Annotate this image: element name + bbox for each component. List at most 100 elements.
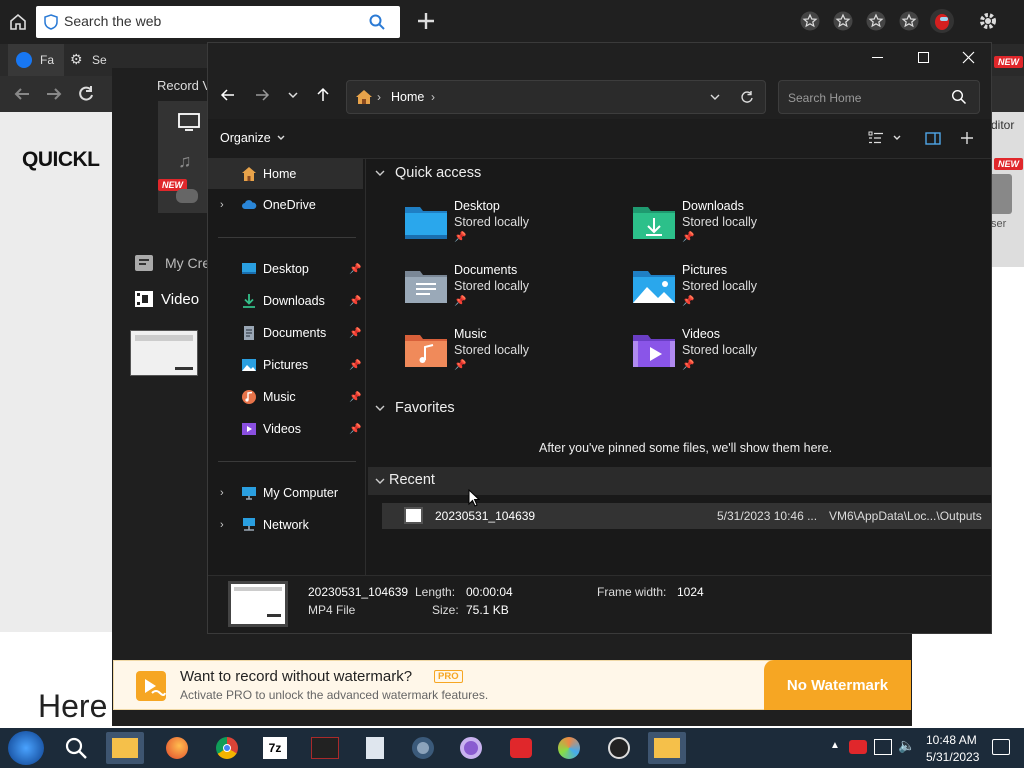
nav-item-desktop[interactable]: Desktop 📌 (208, 254, 363, 284)
recorder-taskbar-icon[interactable] (502, 732, 540, 764)
search-icon[interactable] (951, 89, 967, 105)
folder-taskbar-icon[interactable] (648, 732, 686, 764)
video-tab-label[interactable]: Video (161, 291, 199, 308)
clock-time[interactable]: 10:48 AM (926, 733, 977, 747)
banner-subtitle: Activate PRO to unlock the advanced wate… (180, 688, 489, 702)
browser-tab[interactable]: Fa (8, 44, 64, 76)
nav-item-videos[interactable]: Videos 📌 (208, 414, 363, 444)
close-icon[interactable] (962, 51, 975, 64)
paint-app-taskbar-icon[interactable] (550, 732, 588, 764)
breadcrumb-separator-icon[interactable]: › (431, 90, 435, 104)
nav-item-music[interactable]: Music 📌 (208, 382, 363, 412)
firefox-taskbar-icon[interactable] (158, 732, 196, 764)
nav-item-pictures[interactable]: Pictures 📌 (208, 350, 363, 380)
book-app-taskbar-icon[interactable] (356, 732, 394, 764)
expand-chevron-icon[interactable]: › (220, 487, 224, 499)
minimize-icon[interactable] (872, 57, 883, 58)
refresh-icon[interactable] (740, 90, 754, 104)
recording-tray-icon[interactable] (849, 740, 867, 754)
favorites-header[interactable]: Favorites (374, 400, 455, 416)
star-icon[interactable] (833, 11, 853, 31)
clock-date[interactable]: 5/31/2023 (926, 750, 979, 764)
address-dropdown-chevron-icon[interactable] (709, 91, 721, 103)
star-icon[interactable] (866, 11, 886, 31)
taskbar: 7z ▲ 🔈 10:48 AM 5/31/2023 (0, 728, 1024, 768)
gear-icon: ⚙ (70, 51, 83, 67)
no-watermark-button[interactable]: No Watermark (764, 660, 911, 710)
nav-item-network[interactable]: › Network (208, 510, 363, 540)
pin-icon[interactable]: 📌 (349, 360, 361, 371)
quick-access-documents[interactable]: Documents Stored locally 📌 (404, 263, 624, 319)
start-button-icon[interactable] (8, 731, 44, 765)
tray-overflow-icon[interactable]: ▲ (830, 740, 840, 751)
profile-avatar-icon[interactable] (929, 8, 955, 34)
quick-access-music[interactable]: Music Stored locally 📌 (404, 327, 624, 383)
network-tray-icon[interactable] (874, 739, 892, 755)
search-icon[interactable] (64, 736, 88, 760)
ser-label: ser (991, 218, 1007, 230)
pin-icon[interactable]: 📌 (454, 296, 466, 307)
quick-access-desktop[interactable]: Desktop Stored locally 📌 (404, 199, 624, 255)
browser-tab[interactable]: ⚙ Se (64, 44, 110, 76)
notification-icon[interactable] (992, 739, 1010, 755)
nav-item-downloads[interactable]: Downloads 📌 (208, 286, 363, 316)
pin-icon[interactable]: 📌 (454, 360, 466, 371)
preview-pane-icon[interactable] (925, 132, 941, 145)
file-explorer-taskbar-icon[interactable] (106, 732, 144, 764)
expand-chevron-icon[interactable]: › (220, 199, 224, 211)
back-icon[interactable] (12, 84, 32, 104)
game-app-taskbar-icon[interactable] (306, 732, 344, 764)
quick-access-pictures[interactable]: Pictures Stored locally 📌 (632, 263, 852, 319)
pictures-icon (242, 359, 256, 371)
recent-locations-chevron-icon[interactable] (286, 88, 300, 102)
nav-item-my-computer[interactable]: › My Computer (208, 478, 363, 508)
up-arrow-icon[interactable] (315, 87, 331, 103)
search-home-input[interactable]: Search Home (778, 80, 980, 114)
view-options-button[interactable] (868, 131, 902, 145)
star-icon[interactable] (800, 11, 820, 31)
expand-chevron-icon[interactable]: › (220, 519, 224, 531)
settings-app-taskbar-icon[interactable] (404, 732, 442, 764)
circle-app-taskbar-icon[interactable] (452, 732, 490, 764)
audio-record-icon[interactable]: ♫ (178, 151, 192, 172)
game-record-icon[interactable] (176, 189, 198, 203)
forward-icon[interactable] (44, 84, 64, 104)
nav-item-home[interactable]: Home (208, 159, 363, 189)
recent-header[interactable]: Recent (368, 467, 991, 495)
organize-button[interactable]: Organize (220, 131, 286, 145)
new-tab-icon[interactable] (416, 11, 436, 31)
screen-record-icon[interactable] (178, 113, 200, 131)
search-icon[interactable] (368, 13, 386, 31)
pin-icon[interactable]: 📌 (349, 296, 361, 307)
add-icon[interactable] (960, 131, 974, 145)
media-player-taskbar-icon[interactable] (600, 732, 638, 764)
chrome-taskbar-icon[interactable] (208, 732, 246, 764)
back-arrow-icon[interactable] (220, 87, 236, 103)
settings-gear-icon[interactable] (978, 11, 998, 31)
video-thumbnail[interactable] (130, 330, 198, 376)
pin-icon[interactable]: 📌 (349, 264, 361, 275)
pin-icon[interactable]: 📌 (349, 424, 361, 435)
reload-icon[interactable] (76, 84, 96, 104)
quick-access-header[interactable]: Quick access (374, 165, 481, 181)
web-search-input[interactable]: Search the web (36, 6, 400, 38)
home-icon[interactable] (8, 12, 28, 32)
nav-item-onedrive[interactable]: › OneDrive (208, 190, 363, 220)
pin-icon[interactable]: 📌 (454, 232, 466, 243)
maximize-icon[interactable] (918, 52, 929, 63)
7zip-taskbar-icon[interactable]: 7z (256, 732, 294, 764)
forward-arrow-icon[interactable] (254, 87, 270, 103)
quick-access-downloads[interactable]: Downloads Stored locally 📌 (632, 199, 852, 255)
quick-access-videos[interactable]: Videos Stored locally 📌 (632, 327, 852, 383)
address-bar[interactable]: › Home › (346, 80, 766, 114)
volume-icon[interactable]: 🔈 (898, 737, 915, 754)
pin-icon[interactable]: 📌 (682, 232, 694, 243)
pin-icon[interactable]: 📌 (682, 296, 694, 307)
star-icon[interactable] (899, 11, 919, 31)
pin-icon[interactable]: 📌 (682, 360, 694, 371)
pin-icon[interactable]: 📌 (349, 392, 361, 403)
my-creations-label[interactable]: My Cre (165, 255, 210, 271)
pin-icon[interactable]: 📌 (349, 328, 361, 339)
breadcrumb-home[interactable]: Home (391, 90, 424, 104)
nav-item-documents[interactable]: Documents 📌 (208, 318, 363, 348)
